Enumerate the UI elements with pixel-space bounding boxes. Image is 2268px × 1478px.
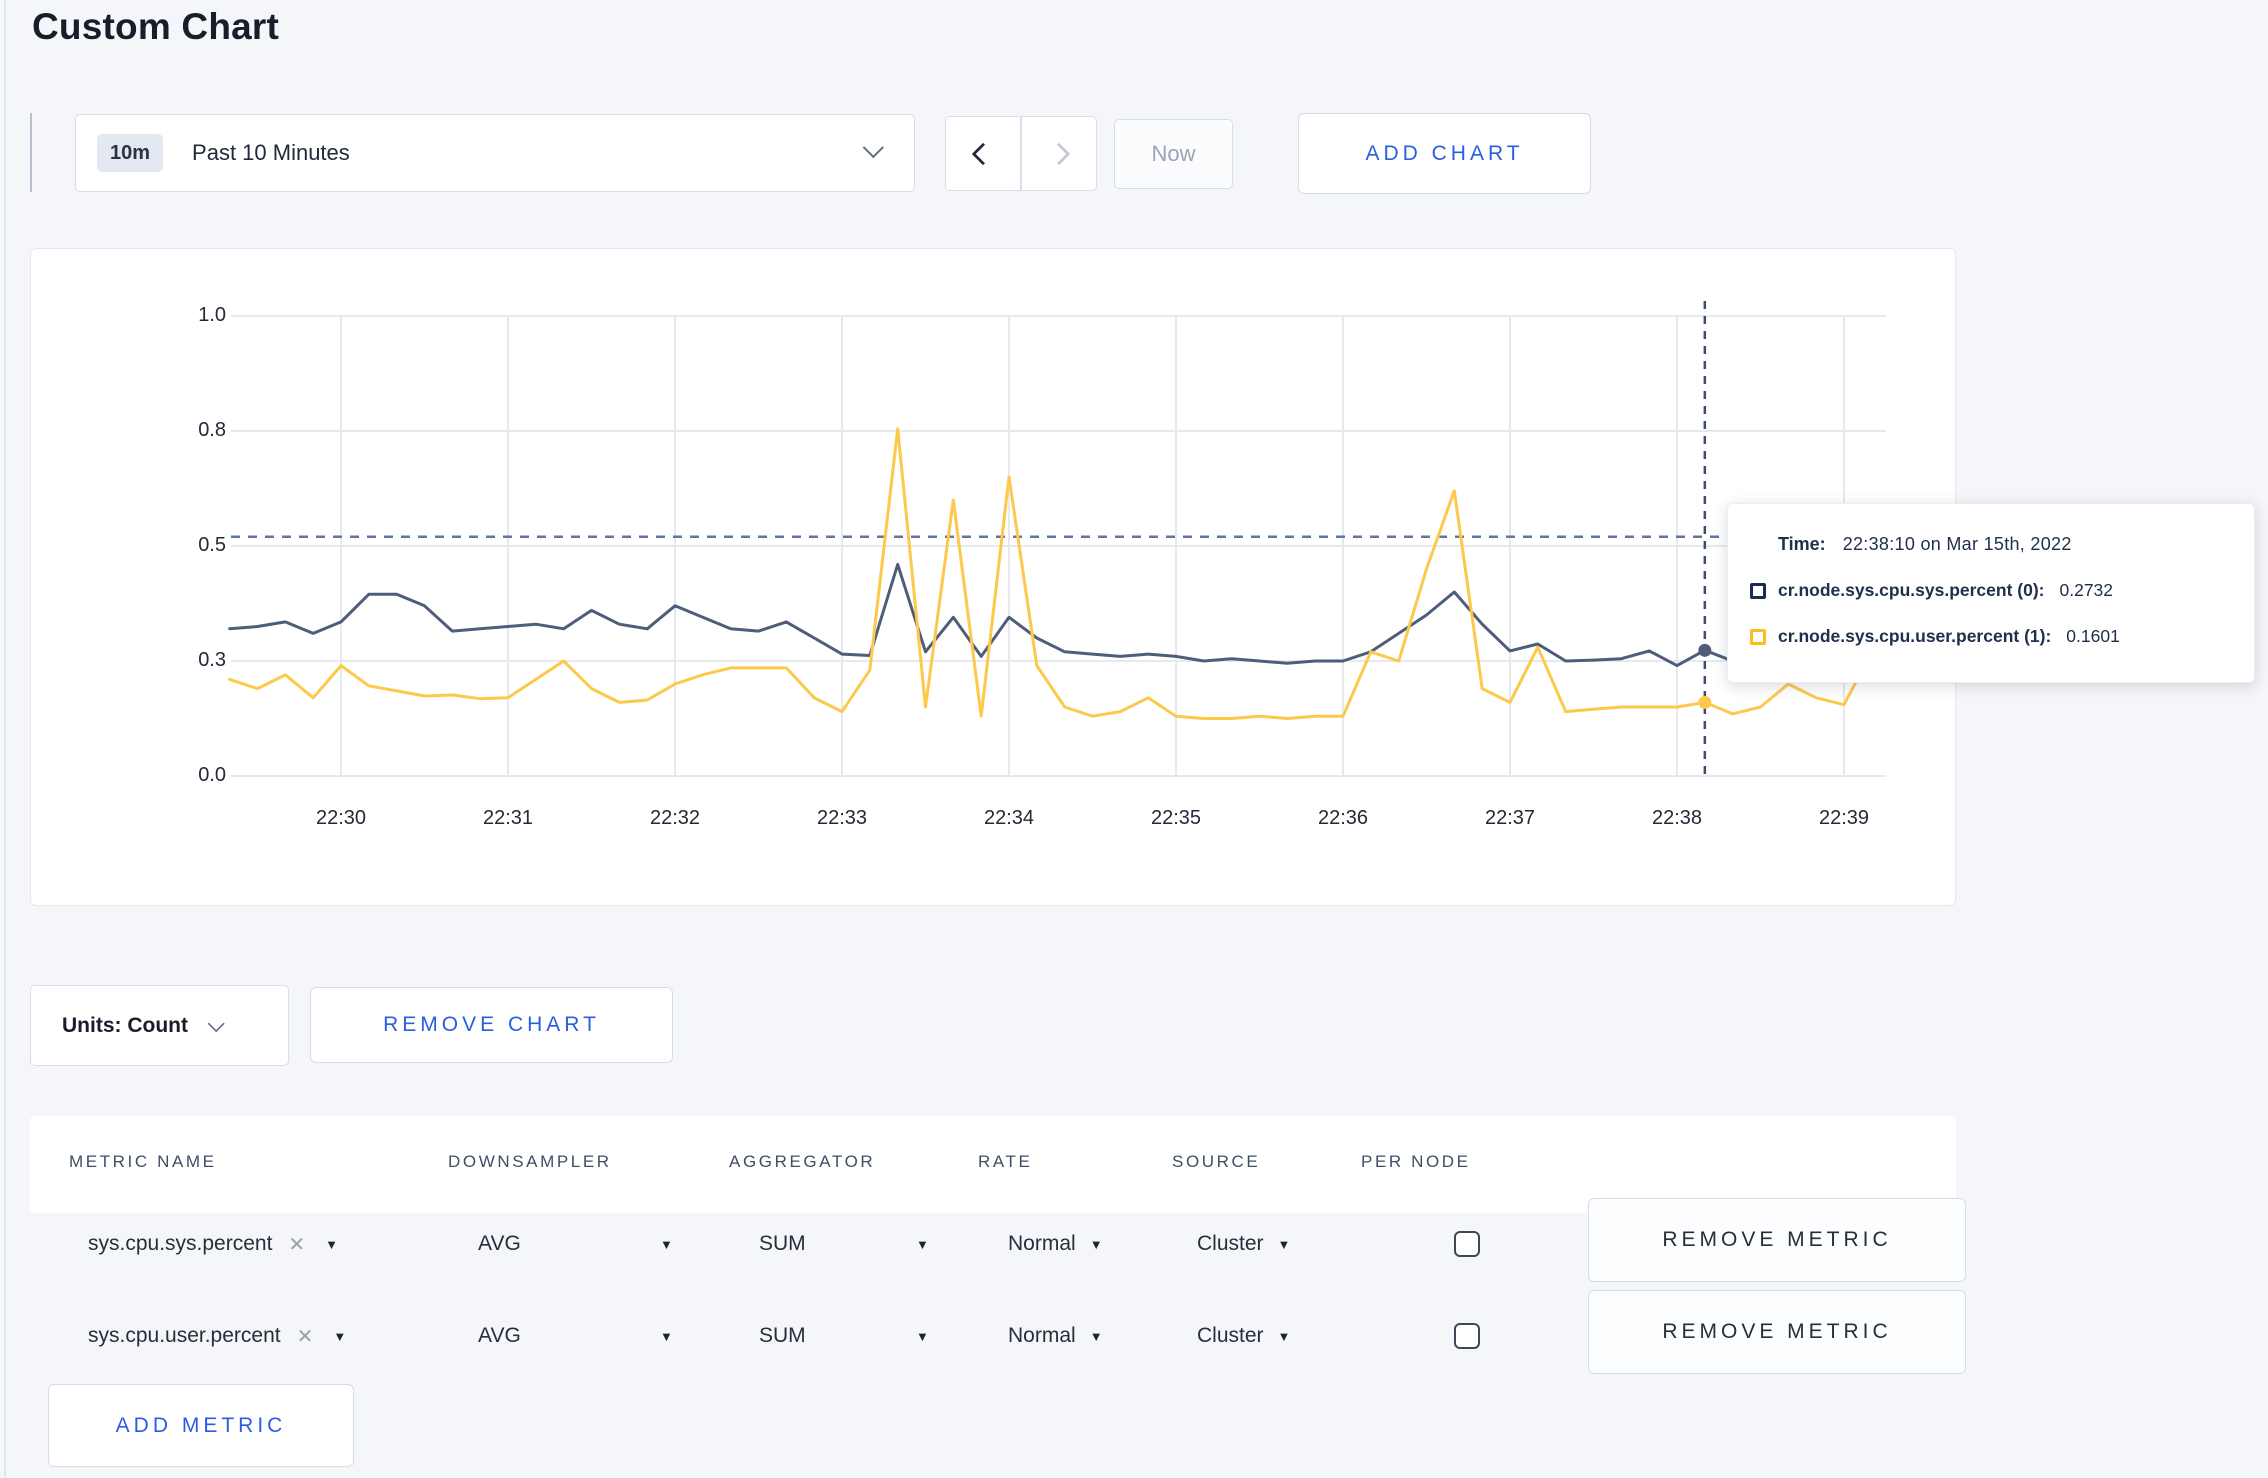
remove-metric-button[interactable]: REMOVE METRIC xyxy=(1588,1198,1966,1282)
metric-row: sys.cpu.sys.percent ✕ ▼ AVG ▼ SUM ▼ Norm… xyxy=(30,1198,1966,1286)
column-header-downsampler: DOWNSAMPLER xyxy=(448,1152,612,1171)
tooltip-series-row: cr.node.sys.cpu.user.percent (1): 0.1601 xyxy=(1750,621,2254,652)
page-left-border xyxy=(4,0,6,1478)
time-range-badge: 10m xyxy=(97,134,164,172)
caret-down-icon: ▼ xyxy=(1277,1236,1291,1252)
add-metric-button[interactable]: ADD METRIC xyxy=(48,1384,354,1467)
add-chart-button[interactable]: ADD CHART xyxy=(1298,113,1591,194)
tooltip-series-name: cr.node.sys.cpu.user.percent (1): xyxy=(1778,626,2052,646)
caret-down-icon: ▼ xyxy=(1277,1328,1291,1344)
caret-down-icon[interactable]: ▼ xyxy=(916,1294,929,1378)
caret-down-icon: ▼ xyxy=(1089,1328,1103,1344)
timepicker-divider xyxy=(30,113,32,192)
column-header-per-node: PER NODE xyxy=(1361,1152,1471,1171)
downsampler-select[interactable]: AVG xyxy=(478,1202,521,1286)
caret-down-icon[interactable]: ▼ xyxy=(325,1237,338,1252)
rate-select[interactable]: Normal ▼ xyxy=(1008,1294,1103,1378)
column-header-aggregator: AGGREGATOR xyxy=(729,1152,876,1171)
rate-value: Normal xyxy=(1008,1232,1076,1255)
y-tick-label: 0.0 xyxy=(198,764,226,786)
source-value: Cluster xyxy=(1197,1232,1264,1255)
series-swatch-icon xyxy=(1750,628,1766,645)
metric-name-cell[interactable]: sys.cpu.user.percent ✕ ▼ xyxy=(88,1294,346,1378)
source-select[interactable]: Cluster ▼ xyxy=(1197,1202,1290,1286)
next-time-button[interactable] xyxy=(1022,117,1096,190)
caret-down-icon[interactable]: ▼ xyxy=(660,1202,673,1286)
y-tick-label: 0.8 xyxy=(198,419,226,441)
tooltip-time-label: Time: xyxy=(1778,534,1826,554)
close-icon[interactable]: ✕ xyxy=(297,1324,314,1349)
metric-name-cell[interactable]: sys.cpu.sys.percent ✕ ▼ xyxy=(88,1202,338,1286)
per-node-checkbox[interactable] xyxy=(1454,1231,1480,1257)
column-header-metric-name: METRIC NAME xyxy=(69,1152,217,1171)
rate-value: Normal xyxy=(1008,1324,1076,1347)
column-header-rate: RATE xyxy=(978,1152,1033,1171)
caret-down-icon: ▼ xyxy=(1089,1236,1103,1252)
source-select[interactable]: Cluster ▼ xyxy=(1197,1294,1290,1378)
y-tick-label: 0.3 xyxy=(198,649,226,671)
x-tick-label: 22:30 xyxy=(315,807,367,829)
x-tick-label: 22:36 xyxy=(1317,807,1369,829)
now-button[interactable]: Now xyxy=(1114,119,1233,189)
downsampler-value: AVG xyxy=(478,1232,521,1255)
chart-card: 1.0 0.8 0.5 0.3 0.0 22:30 22:31 22:32 22:33 22:3… xyxy=(30,248,1956,906)
chevron-down-icon xyxy=(862,137,884,159)
source-value: Cluster xyxy=(1197,1324,1264,1347)
time-range-label: Past 10 Minutes xyxy=(192,140,350,165)
tooltip-time-value: 22:38:10 on Mar 15th, 2022 xyxy=(1842,534,2072,554)
rate-select[interactable]: Normal ▼ xyxy=(1008,1202,1103,1286)
chevron-down-icon xyxy=(207,1015,225,1033)
aggregator-value: SUM xyxy=(759,1324,806,1347)
metric-name-label: sys.cpu.user.percent xyxy=(88,1324,281,1347)
chevron-right-icon xyxy=(1047,142,1071,165)
x-tick-label: 22:31 xyxy=(482,807,534,829)
x-tick-label: 22:39 xyxy=(1818,807,1870,829)
x-tick-label: 22:33 xyxy=(816,807,868,829)
remove-metric-button[interactable]: REMOVE METRIC xyxy=(1588,1290,1966,1374)
x-tick-label: 22:37 xyxy=(1484,807,1536,829)
tooltip-series-value: 0.1601 xyxy=(2066,626,2120,646)
prev-time-button[interactable] xyxy=(946,117,1020,190)
tooltip-series-name: cr.node.sys.cpu.sys.percent (0): xyxy=(1778,580,2045,600)
chevron-left-icon xyxy=(971,142,995,165)
custom-chart-page: Custom Chart 10m Past 10 Minutes Now ADD… xyxy=(0,0,2268,1478)
caret-down-icon[interactable]: ▼ xyxy=(333,1329,346,1344)
downsampler-value: AVG xyxy=(478,1324,521,1347)
downsampler-select[interactable]: AVG xyxy=(478,1294,521,1378)
per-node-checkbox[interactable] xyxy=(1454,1323,1480,1349)
x-tick-label: 22:38 xyxy=(1651,807,1703,829)
metric-row: sys.cpu.user.percent ✕ ▼ AVG ▼ SUM ▼ Nor… xyxy=(30,1290,1966,1378)
chart-tooltip: Time: 22:38:10 on Mar 15th, 2022 cr.node… xyxy=(1727,503,2255,683)
tooltip-series-value: 0.2732 xyxy=(2059,580,2114,600)
y-tick-label: 1.0 xyxy=(198,304,226,326)
aggregator-value: SUM xyxy=(759,1232,806,1255)
aggregator-select[interactable]: SUM xyxy=(759,1294,806,1378)
caret-down-icon[interactable]: ▼ xyxy=(916,1202,929,1286)
time-nav-group xyxy=(945,116,1097,191)
metric-name-label: sys.cpu.sys.percent xyxy=(88,1232,273,1255)
x-tick-label: 22:34 xyxy=(983,807,1035,829)
column-header-source: SOURCE xyxy=(1172,1152,1261,1171)
x-tick-label: 22:35 xyxy=(1150,807,1202,829)
remove-chart-button[interactable]: REMOVE CHART xyxy=(310,987,673,1063)
units-dropdown[interactable]: Units: Count xyxy=(30,985,289,1066)
series-swatch-icon xyxy=(1750,582,1766,599)
tooltip-series-row: cr.node.sys.cpu.sys.percent (0): 0.2732 xyxy=(1750,575,2254,606)
caret-down-icon[interactable]: ▼ xyxy=(660,1294,673,1378)
aggregator-select[interactable]: SUM xyxy=(759,1202,806,1286)
tooltip-time-row: Time: 22:38:10 on Mar 15th, 2022 xyxy=(1750,529,2254,560)
x-tick-label: 22:32 xyxy=(649,807,701,829)
page-title: Custom Chart xyxy=(32,6,280,47)
units-label: Units: Count xyxy=(62,1013,188,1037)
y-tick-label: 0.5 xyxy=(198,534,226,556)
close-icon[interactable]: ✕ xyxy=(288,1232,305,1257)
time-range-dropdown[interactable]: 10m Past 10 Minutes xyxy=(75,114,915,192)
